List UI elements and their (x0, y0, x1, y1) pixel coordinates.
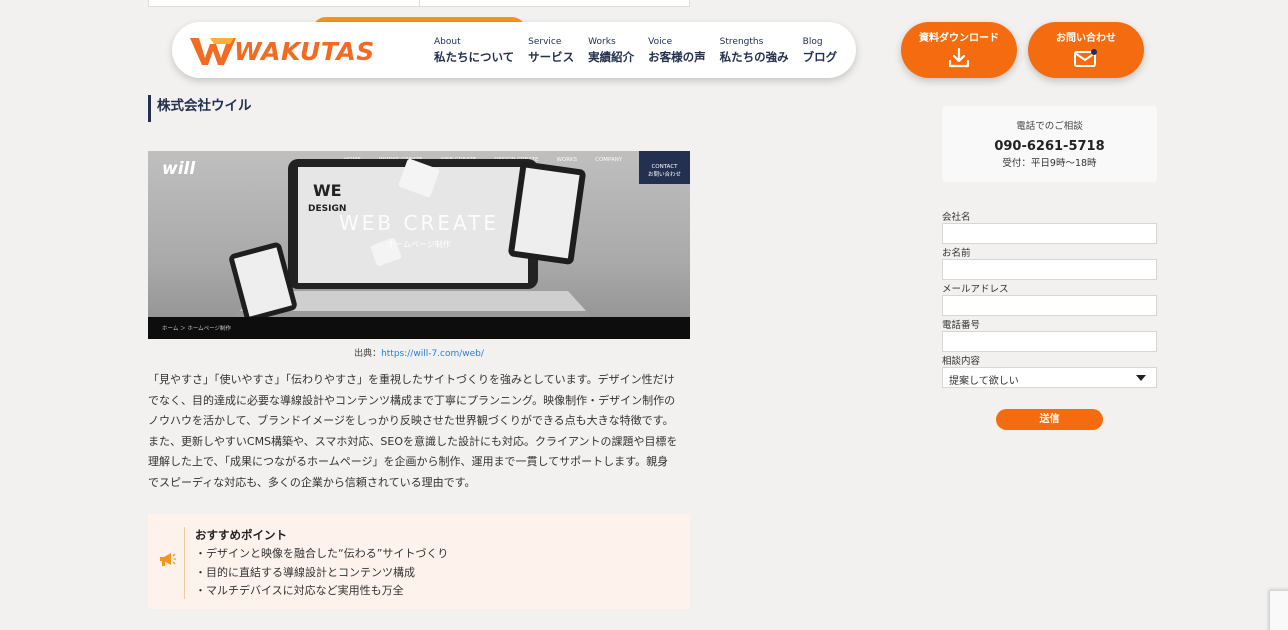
image-caption: 出典：https://will-7.com/web/ (148, 346, 690, 359)
nav-en-label: Works (588, 37, 616, 47)
nav-en-label: Blog (802, 37, 823, 47)
nav-item-about[interactable]: About 私たちについて (434, 36, 514, 66)
source-link[interactable]: https://will-7.com/web/ (381, 349, 484, 359)
company-field-label: 会社名 (942, 212, 971, 223)
svg-text:WE: WE (313, 181, 342, 200)
list-item: ・マルチデバイスに対応など実用性も万全 (195, 584, 404, 597)
nav-ja-label: ブログ (802, 50, 838, 64)
hero-subtitle: ホームページ制作 (387, 240, 451, 249)
main-nav: About 私たちについて Service サービス Works 実績紹介 Vo… (434, 36, 851, 66)
table-divider (419, 0, 420, 6)
nav-ja-label: 私たちについて (434, 50, 515, 64)
company-description: 「見やすさ」「使いやすさ」「伝わりやすさ」を重視したサイトづくりを強みとしていま… (148, 370, 693, 493)
website-screenshot-image: will HOME WORKS CREATE WEB CREATE DESIGN… (148, 151, 690, 339)
list-item: ・目的に直結する導線設計とコンテンツ構成 (195, 565, 415, 579)
logo[interactable]: WAKUTAS (190, 36, 375, 66)
company-heading: 株式会社ウイル (148, 95, 252, 122)
topic-select-value: 提案して欲しい (949, 376, 1019, 387)
name-field-label: お名前 (942, 248, 971, 259)
description-line: また、更新しやすいCMS構築や、スマホ対応、SEOを意識した設計にも対応。クライ… (148, 434, 678, 448)
phone-hours: 受付：平日9時〜18時 (1002, 158, 1097, 169)
caption-prefix: 出典： (354, 349, 382, 359)
nav-item-service[interactable]: Service サービス (528, 36, 574, 66)
email-field-label: メールアドレス (942, 284, 1009, 295)
contact-button[interactable]: お問い合わせ (1028, 22, 1144, 78)
logo-mark-icon (190, 38, 236, 65)
email-field[interactable] (942, 295, 1157, 316)
nav-item-voice[interactable]: Voice お客様の声 (648, 36, 706, 66)
nav-en-label: About (434, 37, 461, 47)
nav-item-strengths[interactable]: Strengths 私たちの強み (720, 36, 789, 66)
points-title: おすすめポイント (195, 528, 287, 542)
nav-ja-label: 私たちの強み (719, 50, 789, 64)
download-icon (948, 48, 970, 68)
hero-breadcrumb: ホーム ＞ ホームページ制作 (148, 317, 690, 339)
points-list: ・デザインと映像を融合した“伝わる”サイトづくり ・目的に直結する導線設計とコン… (195, 545, 448, 601)
phone-field-label: 電話番号 (942, 320, 981, 331)
points-divider (184, 527, 185, 599)
hero-title: WEB CREATE (339, 211, 499, 235)
company-field[interactable] (942, 223, 1157, 244)
topic-field-label: 相談内容 (942, 356, 981, 367)
mail-icon (1074, 49, 1097, 67)
topic-select[interactable]: 提案して欲しい (942, 367, 1157, 388)
nav-ja-label: 実績紹介 (588, 50, 635, 64)
description-line: でなく、目的達成に必要な導線設計やコンテンツ構成まで丁寧にプランニング。映像制作… (148, 393, 676, 407)
chevron-down-icon (1136, 375, 1146, 381)
nav-en-label: Service (528, 37, 562, 47)
submit-button[interactable]: 送信 (996, 409, 1103, 430)
nav-ja-label: お客様の声 (648, 50, 706, 64)
nav-en-label: Strengths (719, 37, 764, 47)
download-button[interactable]: 資料ダウンロード (901, 22, 1017, 78)
site-header: WAKUTAS About 私たちについて Service サービス Works… (172, 22, 856, 78)
nav-item-blog[interactable]: Blog ブログ (803, 36, 838, 66)
nav-item-works[interactable]: Works 実績紹介 (588, 36, 634, 66)
nav-ja-label: サービス (528, 50, 575, 64)
phone-number[interactable]: 090-6261-5718 (942, 139, 1157, 154)
phone-consult-box: 電話でのご相談 090-6261-5718 受付：平日9時〜18時 (942, 106, 1157, 182)
phone-consult-label: 電話でのご相談 (1016, 121, 1083, 132)
phone-field[interactable] (942, 331, 1157, 352)
list-item: ・デザインと映像を融合した“伝わる”サイトづくり (195, 547, 449, 560)
download-button-label: 資料ダウンロード (919, 33, 999, 44)
description-line: ノウハウを活かして、ブランドイメージをしっかり反映させた世界観づくりができる点も… (148, 414, 674, 427)
megaphone-icon (160, 553, 176, 566)
description-line: でスピーディな対応も、多くの企業から信頼されている理由です。 (148, 475, 476, 489)
nav-en-label: Voice (648, 37, 673, 47)
top-table-remnant (148, 0, 690, 7)
logo-text: WAKUTAS (234, 36, 375, 66)
description-line: 「見やすさ」「使いやすさ」「伝わりやすさ」を重視したサイトづくりを強みとしていま… (148, 373, 675, 386)
name-field[interactable] (942, 259, 1157, 280)
contact-button-label: お問い合わせ (1056, 33, 1116, 44)
description-line: 理解した上で、「成果につながるホームページ」を企画から制作、運用まで一貫してサポ… (148, 455, 669, 468)
recaptcha-badge[interactable] (1269, 590, 1288, 630)
recommend-points-box: おすすめポイント ・デザインと映像を融合した“伝わる”サイトづくり ・目的に直結… (148, 514, 690, 609)
